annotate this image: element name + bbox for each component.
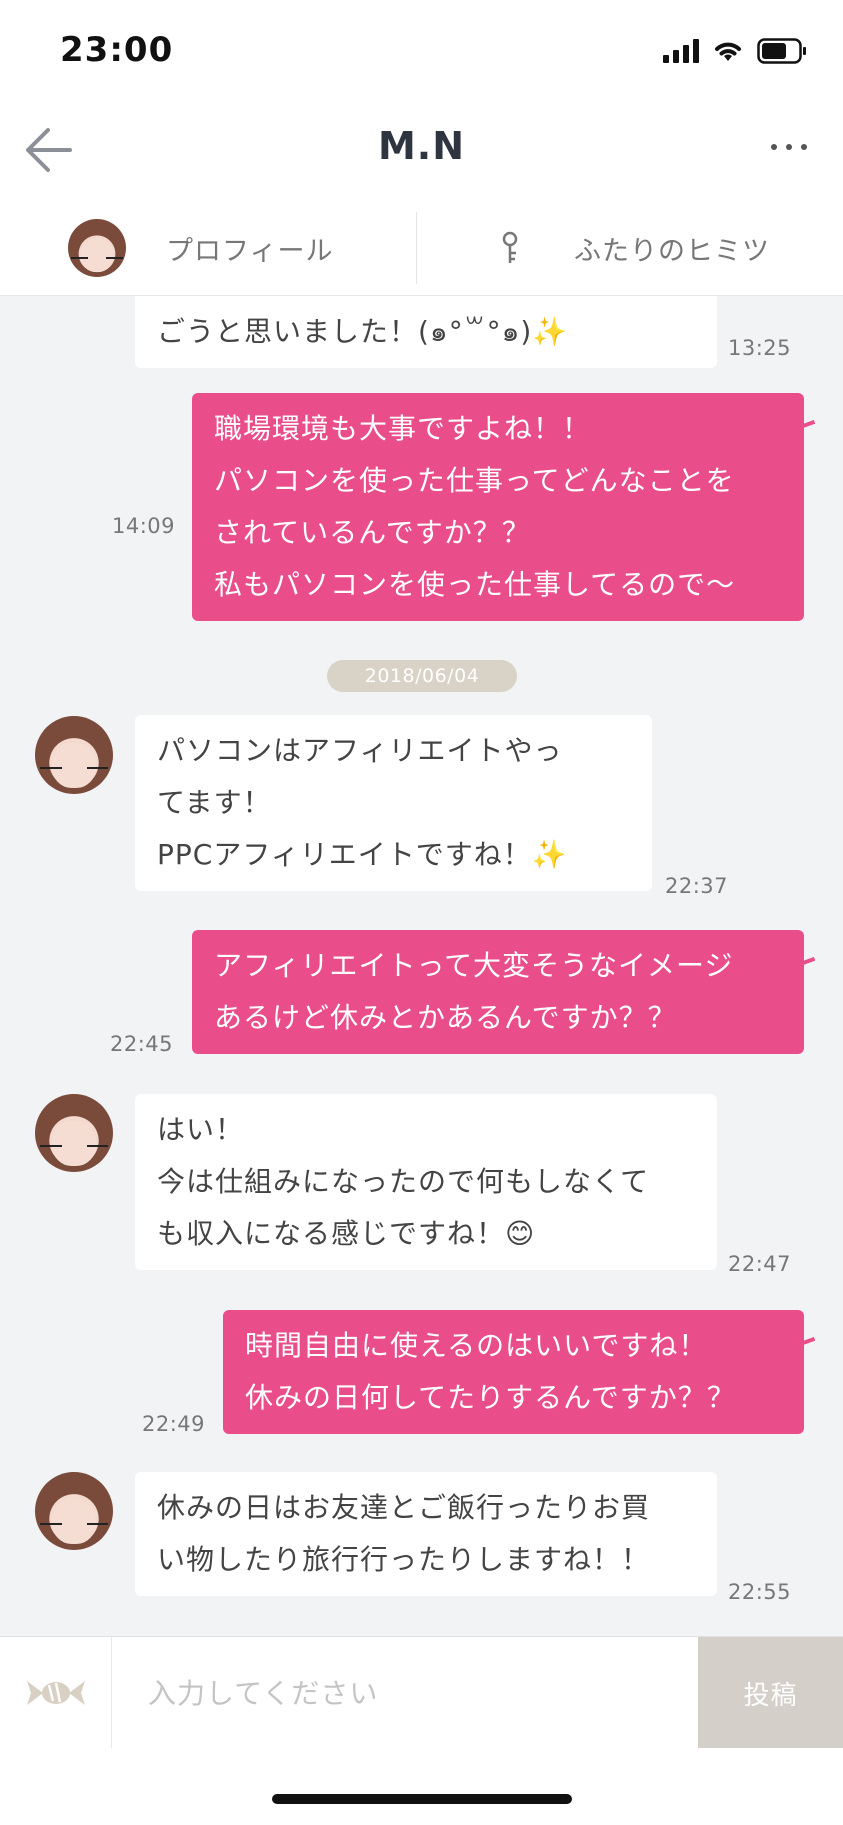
message-time: 22:45 <box>110 1032 174 1056</box>
status-bar: 23:00 <box>0 0 843 100</box>
message-line: 今は仕組みになったので何もしなくて <box>157 1165 650 1198</box>
message-line: はい！ <box>157 1113 245 1146</box>
chat-thread[interactable]: ごうと思いました！(๑°꒳°๑)✨ 13:25 職場環境も大事ですよね！！ パソ… <box>0 296 843 1636</box>
message-time: 14:09 <box>112 514 176 538</box>
message-bubble-incoming: はい！ 今は仕組みになったので何もしなくて も収入になる感じですね！😊 <box>135 1094 717 1270</box>
message-bubble-incoming: パソコンはアフィリエイトやっ てます！ PPCアフィリエイトですね！✨ <box>135 715 652 891</box>
candy-icon <box>26 1681 85 1705</box>
message-time: 22:55 <box>728 1580 792 1604</box>
message-line: されているんですか？？ <box>214 516 531 549</box>
message-line: 私もパソコンを使った仕事してるので〜 <box>214 568 736 601</box>
date-divider: 2018/06/04 <box>327 660 517 692</box>
message-line: PPCアフィリエイトですね！✨ <box>157 838 568 871</box>
message-line: パソコンはアフィリエイトやっ <box>157 734 563 767</box>
message-bubble-incoming: 休みの日はお友達とご飯行ったりお買 い物したり旅行行ったりしますね！！ <box>135 1472 717 1596</box>
status-time: 23:00 <box>60 30 174 70</box>
message-input[interactable] <box>112 1637 698 1749</box>
avatar <box>68 219 126 277</box>
secret-tab-label: ふたりのヒミツ <box>574 235 770 267</box>
message-line: い物したり旅行行ったりしますね！！ <box>157 1543 651 1576</box>
message-line: ごうと思いました！(๑°꒳°๑)✨ <box>157 315 569 348</box>
home-area <box>0 1748 843 1825</box>
message-composer: 投稿 <box>0 1636 843 1749</box>
message-line: てます！ <box>157 786 272 819</box>
message-line: 職場環境も大事ですよね！！ <box>214 412 592 445</box>
message-bubble-outgoing: アフィリエイトって大変そうなイメージ あるけど休みとかあるんですか？？ <box>192 930 804 1054</box>
nav-divider <box>416 212 417 284</box>
message-bubble-incoming: ごうと思いました！(๑°꒳°๑)✨ <box>135 296 717 368</box>
home-indicator[interactable] <box>272 1794 572 1804</box>
candy-button[interactable] <box>0 1637 112 1749</box>
page-title: M.N <box>377 124 466 168</box>
sub-navigation: プロフィール ふたりのヒミツ <box>0 200 843 296</box>
send-button[interactable]: 投稿 <box>698 1637 843 1749</box>
chat-header: M.N <box>0 100 843 200</box>
status-icons <box>663 38 807 64</box>
message-time: 22:49 <box>142 1412 206 1436</box>
message-line: 時間自由に使えるのはいいですね！ <box>245 1329 708 1362</box>
wifi-icon <box>715 42 741 61</box>
avatar[interactable] <box>35 716 113 794</box>
message-time: 22:47 <box>728 1252 792 1276</box>
avatar[interactable] <box>35 1472 113 1550</box>
battery-icon <box>757 38 806 64</box>
signal-icon <box>663 39 699 63</box>
more-dots-icon[interactable] <box>771 144 807 150</box>
message-bubble-outgoing: 職場環境も大事ですよね！！ パソコンを使った仕事ってどんなことを されているんで… <box>192 393 804 621</box>
message-line: パソコンを使った仕事ってどんなことを <box>214 464 735 497</box>
avatar[interactable] <box>35 1094 113 1172</box>
message-line: 休みの日はお友達とご飯行ったりお買 <box>157 1491 651 1524</box>
message-line: 休みの日何してたりするんですか？？ <box>245 1381 736 1414</box>
message-line: アフィリエイトって大変そうなイメージ <box>214 949 734 982</box>
secret-tab[interactable]: ふたりのヒミツ <box>498 218 770 278</box>
key-icon <box>502 231 518 263</box>
message-bubble-outgoing: 時間自由に使えるのはいいですね！ 休みの日何してたりするんですか？？ <box>223 1310 804 1434</box>
message-line: あるけど休みとかあるんですか？？ <box>214 1001 677 1034</box>
message-line: も収入になる感じですね！😊 <box>157 1217 536 1250</box>
profile-tab[interactable]: プロフィール <box>68 218 333 278</box>
message-time: 22:37 <box>665 874 729 898</box>
message-time: 13:25 <box>728 336 792 360</box>
profile-tab-label: プロフィール <box>166 235 334 267</box>
